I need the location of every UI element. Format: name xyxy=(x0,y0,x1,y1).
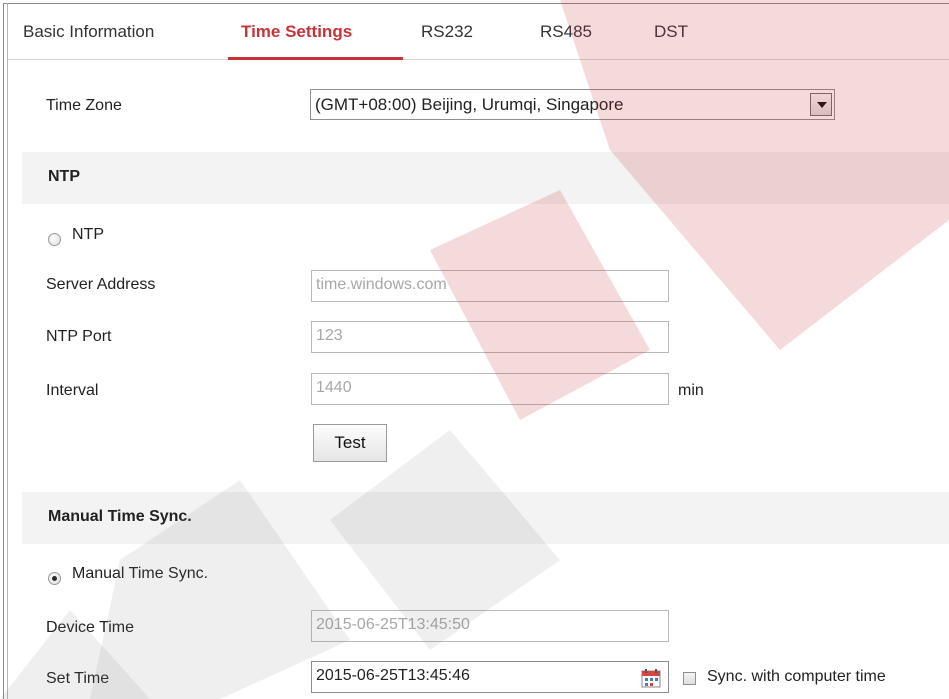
ntp-section-title: NTP xyxy=(48,168,80,185)
time-zone-label: Time Zone xyxy=(46,97,122,114)
interval-label: Interval xyxy=(46,382,99,399)
ntp-radio[interactable] xyxy=(48,233,61,246)
calendar-icon[interactable] xyxy=(641,668,661,688)
chevron-down-icon[interactable] xyxy=(810,93,832,116)
tab-bar: Basic Information Time Settings RS232 RS… xyxy=(8,4,949,60)
time-zone-value: (GMT+08:00) Beijing, Urumqi, Singapore xyxy=(315,95,624,114)
panel-border-left-inner xyxy=(7,3,8,699)
tab-dst[interactable]: DST xyxy=(654,22,688,42)
sync-computer-time-label: Sync. with computer time xyxy=(707,668,886,685)
tab-basic-information[interactable]: Basic Information xyxy=(23,22,154,42)
tab-rs485[interactable]: RS485 xyxy=(540,22,592,42)
server-address-label: Server Address xyxy=(46,276,156,293)
ntp-port-field[interactable]: 123 xyxy=(311,321,669,353)
ntp-port-label: NTP Port xyxy=(46,328,112,345)
tab-rs232[interactable]: RS232 xyxy=(421,22,473,42)
manual-section-header: Manual Time Sync. xyxy=(22,492,949,544)
ntp-section-header: NTP xyxy=(22,152,949,204)
set-time-field[interactable]: 2015-06-25T13:45:46 xyxy=(311,661,669,693)
panel-border-left xyxy=(3,3,4,699)
time-settings-panel: Basic Information Time Settings RS232 RS… xyxy=(0,0,949,699)
time-zone-select[interactable]: (GMT+08:00) Beijing, Urumqi, Singapore xyxy=(310,89,835,120)
sync-computer-time-checkbox[interactable] xyxy=(683,672,696,685)
interval-unit: min xyxy=(678,382,704,399)
manual-time-sync-radio[interactable] xyxy=(48,572,61,585)
interval-field[interactable]: 1440 xyxy=(311,373,669,405)
manual-section-title: Manual Time Sync. xyxy=(48,508,192,525)
set-time-label: Set Time xyxy=(46,670,110,687)
server-address-field[interactable]: time.windows.com xyxy=(311,270,669,302)
device-time-field: 2015-06-25T13:45:50 xyxy=(311,610,669,642)
ntp-radio-label: NTP xyxy=(72,226,104,243)
manual-time-sync-radio-label: Manual Time Sync. xyxy=(72,565,209,582)
test-button[interactable]: Test xyxy=(313,424,387,462)
tab-time-settings[interactable]: Time Settings xyxy=(241,22,352,42)
device-time-label: Device Time xyxy=(46,619,135,636)
active-tab-indicator xyxy=(228,57,403,60)
